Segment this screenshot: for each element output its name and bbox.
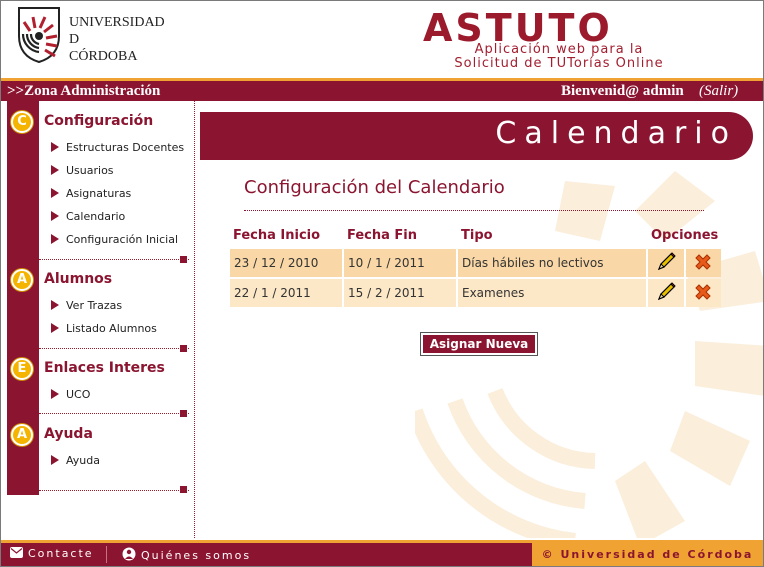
- sidebar-item-estructuras-docentes[interactable]: Estructuras Docentes: [51, 141, 184, 154]
- column-header-opciones: Opciones: [651, 227, 719, 243]
- section-badge-enlaces: E: [11, 358, 33, 380]
- table-header-row: Fecha Inicio Fecha Fin Tipo Opciones: [230, 223, 721, 247]
- sidebar-item-configuracion-inicial[interactable]: Configuración Inicial: [51, 233, 178, 246]
- arrow-icon: [51, 389, 59, 399]
- footer-divider: [106, 546, 107, 563]
- sidebar-item-asignaturas[interactable]: Asignaturas: [51, 187, 131, 200]
- cell-tipo: Días hábiles no lectivos: [458, 249, 646, 277]
- section-title-configuracion: Configuración: [44, 113, 154, 129]
- sidebar-item-listado-alumnos[interactable]: Listado Alumnos: [51, 322, 157, 335]
- about-link[interactable]: Quiénes somos: [122, 547, 251, 562]
- sidebar-item-label: Ayuda: [66, 454, 100, 467]
- calendar-table: Fecha Inicio Fecha Fin Tipo Opciones 23 …: [228, 221, 723, 309]
- page-banner: Calendario: [200, 112, 753, 160]
- section-divider: [39, 259, 189, 260]
- contact-label: Contacte: [28, 547, 94, 560]
- section-title-enlaces: Enlaces Interes: [44, 360, 165, 376]
- mail-icon: [10, 547, 23, 558]
- section-badge-alumnos: A: [11, 269, 33, 291]
- footer: Contacte Quiénes somos © Universidad de …: [1, 540, 763, 566]
- arrow-icon: [51, 234, 59, 244]
- edit-button[interactable]: [648, 279, 684, 307]
- table-row: 23 / 12 / 2010 10 / 1 / 2011 Días hábile…: [230, 249, 722, 277]
- university-logo: [18, 7, 60, 64]
- sidebar-item-usuarios[interactable]: Usuarios: [51, 164, 114, 177]
- cell-fecha-fin: 15 / 2 / 2011: [344, 279, 456, 307]
- app-subtitle-line-1: Aplicación web para la: [474, 42, 644, 57]
- section-divider: [39, 413, 189, 414]
- sidebar-item-calendario[interactable]: Calendario: [51, 210, 125, 223]
- zone-label: >>Zona Administración: [7, 83, 161, 99]
- section-badge-configuracion: C: [11, 111, 33, 133]
- arrow-icon: [51, 188, 59, 198]
- section-divider: [39, 490, 189, 491]
- university-line-2: D: [69, 32, 80, 47]
- arrow-icon: [51, 455, 59, 465]
- section-divider: [244, 210, 704, 211]
- section-title-alumnos: Alumnos: [44, 271, 113, 287]
- section-divider: [39, 348, 189, 349]
- edit-button[interactable]: [648, 249, 684, 277]
- cell-fecha-fin: 10 / 1 / 2011: [344, 249, 456, 277]
- sidebar-item-label: UCO: [66, 388, 91, 401]
- section-heading: Configuración del Calendario: [244, 177, 505, 198]
- contact-link[interactable]: Contacte: [10, 547, 94, 560]
- sidebar-item-uco[interactable]: UCO: [51, 388, 90, 401]
- arrow-icon: [51, 142, 59, 152]
- logout-link[interactable]: (Salir): [699, 83, 738, 100]
- sidebar-item-label: Configuración Inicial: [66, 233, 179, 246]
- column-header-fecha-inicio: Fecha Inicio: [233, 227, 321, 243]
- sidebar-item-label: Estructuras Docentes: [66, 141, 185, 154]
- arrow-icon: [51, 211, 59, 221]
- assign-new-button[interactable]: Asignar Nueva: [420, 332, 538, 356]
- app-subtitle-line-2: Solicitud de TUTorías Online: [454, 56, 664, 71]
- header: UNIVERSIDAD D CÓRDOBA ASTUTO Aplicación …: [1, 1, 763, 78]
- sidebar: C Configuración Estructuras Docentes Usu…: [1, 101, 195, 538]
- sidebar-item-ver-trazas[interactable]: Ver Trazas: [51, 299, 122, 312]
- column-header-tipo: Tipo: [461, 227, 493, 243]
- sidebar-item-label: Listado Alumnos: [66, 322, 157, 335]
- about-label: Quiénes somos: [141, 549, 252, 562]
- university-name: UNIVERSIDAD D CÓRDOBA: [69, 14, 165, 65]
- sidebar-item-label: Asignaturas: [66, 187, 132, 200]
- column-header-fecha-fin: Fecha Fin: [347, 227, 418, 243]
- app-window: UNIVERSIDAD D CÓRDOBA ASTUTO Aplicación …: [0, 0, 764, 567]
- pencil-icon: [657, 281, 676, 300]
- sidebar-item-label: Calendario: [66, 210, 126, 223]
- delete-button[interactable]: [685, 249, 722, 277]
- copyright: © Universidad de Córdoba: [532, 543, 763, 566]
- delete-button[interactable]: [685, 279, 722, 307]
- welcome-label: Bienvenid@ admin: [561, 83, 684, 99]
- university-line-3: CÓRDOBA: [69, 49, 138, 64]
- page-title: Calendario: [495, 116, 737, 151]
- cross-icon: [695, 253, 712, 270]
- table-row: 22 / 1 / 2011 15 / 2 / 2011 Examenes: [230, 279, 722, 307]
- main-content: Calendario Configuración del Calendario …: [195, 101, 763, 538]
- cell-fecha-inicio: 22 / 1 / 2011: [230, 279, 342, 307]
- person-icon: [122, 547, 136, 561]
- cell-fecha-inicio: 23 / 12 / 2010: [230, 249, 342, 277]
- pencil-icon: [657, 251, 676, 270]
- arrow-icon: [51, 323, 59, 333]
- cell-tipo: Examenes: [458, 279, 646, 307]
- section-title-ayuda: Ayuda: [44, 426, 93, 442]
- arrow-icon: [51, 300, 59, 310]
- university-line-1: UNIVERSIDAD: [69, 15, 165, 30]
- sidebar-item-ayuda[interactable]: Ayuda: [51, 454, 100, 467]
- app-subtitle: Aplicación web para la Solicitud de TUTo…: [399, 43, 719, 71]
- sidebar-item-label: Usuarios: [66, 164, 114, 177]
- sidebar-item-label: Ver Trazas: [66, 299, 123, 312]
- arrow-icon: [51, 165, 59, 175]
- section-badge-ayuda: A: [11, 424, 33, 446]
- top-bar: >>Zona Administración Bienvenid@ admin (…: [1, 78, 763, 101]
- cross-icon: [695, 283, 712, 300]
